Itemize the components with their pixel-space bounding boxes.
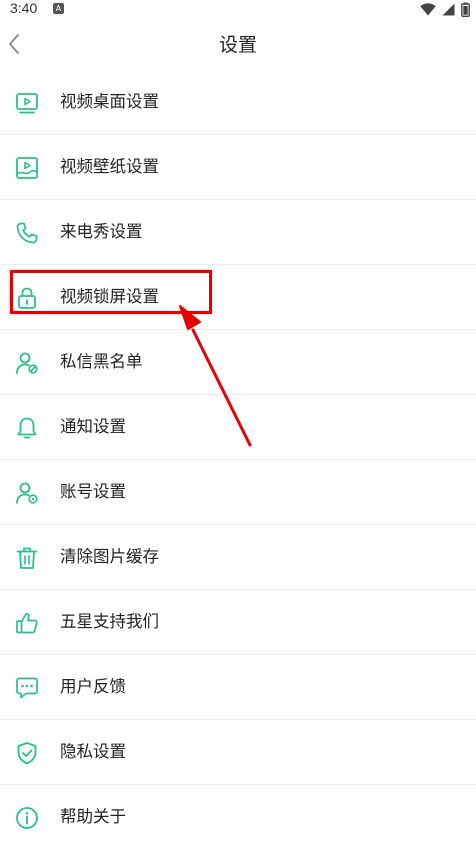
signal-icon	[442, 3, 455, 15]
settings-item-label: 视频壁纸设置	[60, 157, 159, 176]
settings-item-dm-blacklist[interactable]: 私信黑名单	[0, 330, 476, 395]
lock-icon	[18, 287, 36, 309]
settings-item-label: 清除图片缓存	[60, 547, 159, 566]
settings-item-label: 账号设置	[60, 482, 126, 501]
settings-item-rate-us[interactable]: 五星支持我们	[0, 590, 476, 655]
chat-icon	[16, 677, 38, 699]
thumbs-up-icon	[16, 613, 38, 634]
settings-item-video-lockscreen[interactable]: 视频锁屏设置	[0, 265, 476, 330]
bell-icon	[17, 417, 37, 439]
settings-item-privacy[interactable]: 隐私设置	[0, 720, 476, 785]
video-desktop-icon	[16, 93, 38, 114]
settings-item-feedback[interactable]: 用户反馈	[0, 655, 476, 720]
settings-list: 视频桌面设置 视频壁纸设置 来电秀设置 视频锁屏设置 私信黑名单 通知设置 账号…	[0, 70, 476, 847]
settings-item-video-wallpaper[interactable]: 视频壁纸设置	[0, 135, 476, 200]
nav-bar: 设置	[0, 18, 476, 70]
settings-item-label: 五星支持我们	[60, 612, 159, 631]
user-settings-icon	[16, 482, 38, 504]
settings-item-label: 视频桌面设置	[60, 92, 159, 111]
status-icons	[420, 1, 470, 17]
settings-item-label: 通知设置	[60, 417, 126, 436]
notification-badge: A	[53, 3, 64, 14]
status-bar: 3:40 A	[0, 0, 476, 18]
settings-item-label: 来电秀设置	[60, 222, 143, 241]
user-block-icon	[16, 352, 38, 374]
settings-item-label: 私信黑名单	[60, 352, 143, 371]
wifi-icon	[420, 2, 436, 15]
battery-icon	[461, 2, 470, 17]
page-title: 设置	[218, 34, 257, 56]
settings-item-video-desktop[interactable]: 视频桌面设置	[0, 70, 476, 135]
settings-item-label: 隐私设置	[60, 742, 126, 761]
phone-icon	[16, 222, 38, 244]
settings-item-label: 用户反馈	[60, 677, 126, 696]
settings-item-label: 帮助关于	[60, 807, 126, 826]
settings-item-call-show[interactable]: 来电秀设置	[0, 200, 476, 265]
settings-item-notifications[interactable]: 通知设置	[0, 395, 476, 460]
settings-item-label: 视频锁屏设置	[60, 287, 159, 306]
shield-check-icon	[17, 742, 37, 765]
settings-item-account[interactable]: 账号设置	[0, 460, 476, 525]
status-time: 3:40	[10, 0, 38, 16]
settings-item-clear-cache[interactable]: 清除图片缓存	[0, 525, 476, 590]
info-icon	[16, 807, 38, 829]
video-wallpaper-icon	[16, 157, 38, 179]
settings-item-help-about[interactable]: 帮助关于	[0, 785, 476, 847]
trash-icon	[16, 547, 38, 569]
